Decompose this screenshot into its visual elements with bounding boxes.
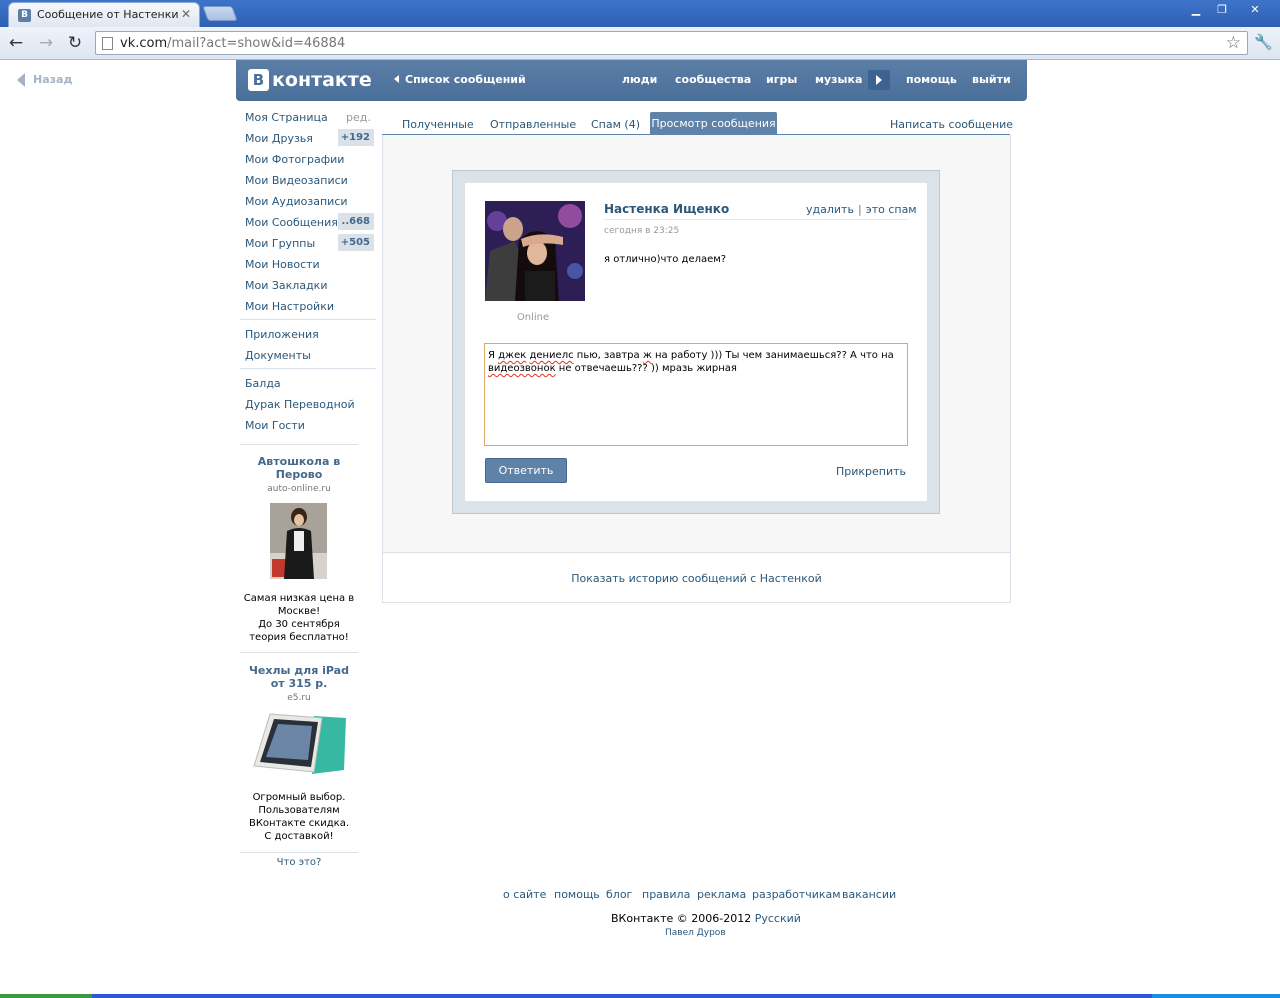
footer-ads[interactable]: реклама bbox=[697, 888, 746, 901]
close-tab-icon[interactable]: ✕ bbox=[181, 7, 191, 21]
message-date: сегодня в 23:25 bbox=[604, 226, 680, 236]
back-link[interactable]: Назад bbox=[17, 73, 72, 87]
reload-icon[interactable]: ↻ bbox=[65, 33, 85, 53]
ads-what-link[interactable]: Что это? bbox=[240, 857, 358, 868]
sender-name[interactable]: Настенка Ищенко bbox=[604, 202, 729, 216]
tab-sent[interactable]: Отправленные bbox=[490, 118, 576, 131]
nav-communities[interactable]: сообщества bbox=[675, 73, 751, 86]
os-taskbar bbox=[0, 994, 1280, 998]
footer-help[interactable]: помощь bbox=[554, 888, 600, 901]
actions-separator: | bbox=[857, 203, 862, 216]
messages-badge[interactable]: ..668 bbox=[338, 213, 374, 230]
menu-my-audio[interactable]: Мои Аудиозаписи bbox=[245, 195, 348, 208]
groups-badge[interactable]: +505 bbox=[338, 234, 374, 251]
menu-my-groups[interactable]: Мои Группы bbox=[245, 237, 315, 250]
reply-textarea[interactable]: Я джек дениелс пью, завтра ж на работу )… bbox=[484, 343, 908, 446]
delete-link[interactable]: удалить bbox=[806, 203, 854, 216]
menu-my-messages[interactable]: Мои Сообщения bbox=[245, 216, 338, 229]
message-text: я отлично)что делаем? bbox=[604, 254, 727, 265]
browser-tab[interactable]: B Сообщение от Настенки Ищ ✕ bbox=[8, 2, 200, 27]
browser-titlebar: B Сообщение от Настенки Ищ ✕ ▁ ❐ ✕ bbox=[0, 0, 1280, 27]
ad-title[interactable]: Автошкола в Перово bbox=[240, 455, 358, 481]
site-header: Bконтакте Список сообщений люди сообщест… bbox=[236, 60, 1027, 101]
vk-logo-icon: B bbox=[248, 69, 269, 91]
ad-text: Самая низкая цена в Москве! До 30 сентября… bbox=[243, 593, 355, 643]
system-tray bbox=[1152, 994, 1280, 998]
nav-help[interactable]: помощь bbox=[906, 73, 957, 86]
nav-music[interactable]: музыка bbox=[815, 73, 862, 86]
ad-image[interactable] bbox=[252, 712, 346, 778]
page-icon bbox=[102, 37, 113, 50]
start-button[interactable] bbox=[0, 994, 92, 998]
nav-people[interactable]: люди bbox=[622, 73, 657, 86]
copyright: ВКонтакте © 2006-2012 Русский bbox=[611, 912, 801, 925]
show-history-link[interactable]: Показать историю сообщений с Настенкой bbox=[383, 572, 1010, 585]
menu-my-bookmarks[interactable]: Мои Закладки bbox=[245, 279, 327, 292]
message-actions: удалить | это спам bbox=[806, 203, 917, 216]
tab-title: Сообщение от Настенки Ищ bbox=[37, 8, 182, 21]
tab-spam[interactable]: Спам (4) bbox=[591, 118, 640, 131]
footer-rules[interactable]: правила bbox=[642, 888, 690, 901]
footer-jobs[interactable]: вакансии bbox=[842, 888, 896, 901]
menu-my-settings[interactable]: Мои Настройки bbox=[245, 300, 334, 313]
menu-my-photos[interactable]: Мои Фотографии bbox=[245, 153, 344, 166]
vk-logo[interactable]: Bконтакте bbox=[248, 69, 372, 92]
back-arrow-icon[interactable]: ← bbox=[6, 33, 26, 53]
ads-divider bbox=[240, 852, 358, 853]
new-tab-button[interactable] bbox=[202, 6, 238, 21]
reply-button[interactable]: Ответить bbox=[485, 458, 567, 483]
ad-domain: e5.ru bbox=[287, 693, 311, 703]
browser-toolbar: ← → ↻ vk.com/mail?act=show&id=46884 ☆ bbox=[0, 27, 1280, 60]
sender-avatar[interactable] bbox=[485, 201, 585, 301]
menu-my-videos[interactable]: Мои Видеозаписи bbox=[245, 174, 348, 187]
minimize-icon[interactable]: ▁ bbox=[1184, 2, 1208, 18]
ad-domain: auto-online.ru bbox=[267, 484, 331, 494]
menu-my-news[interactable]: Мои Новости bbox=[245, 258, 320, 271]
menu-app-guests[interactable]: Мои Гости bbox=[245, 419, 305, 432]
messages-list-link[interactable]: Список сообщений bbox=[394, 73, 526, 86]
menu-divider bbox=[240, 368, 376, 369]
menu-app-durak[interactable]: Дурак Переводной bbox=[245, 398, 355, 411]
back-triangle-icon bbox=[17, 73, 25, 87]
vk-favicon-icon: B bbox=[18, 9, 31, 22]
ad-title[interactable]: Чехлы для iPad от 315 р. bbox=[240, 664, 358, 690]
address-bar[interactable]: vk.com/mail?act=show&id=46884 ☆ bbox=[95, 31, 1248, 55]
attach-link[interactable]: Прикрепить bbox=[836, 465, 906, 478]
menu-app-balda[interactable]: Балда bbox=[245, 377, 281, 390]
nav-logout[interactable]: выйти bbox=[972, 73, 1011, 86]
sender-divider bbox=[604, 219, 908, 220]
menu-documents[interactable]: Документы bbox=[245, 349, 311, 362]
menu-my-friends[interactable]: Мои Друзья bbox=[245, 132, 313, 145]
footer-developers[interactable]: разработчикам bbox=[752, 888, 841, 901]
footer-blog[interactable]: блог bbox=[606, 888, 632, 901]
menu-my-page[interactable]: Моя Страница bbox=[245, 111, 328, 124]
footer-about[interactable]: о сайте bbox=[503, 888, 546, 901]
menu-edit-link[interactable]: ред. bbox=[346, 111, 371, 124]
close-window-icon[interactable]: ✕ bbox=[1236, 2, 1274, 18]
restore-icon[interactable]: ❐ bbox=[1210, 2, 1234, 18]
forward-arrow-icon[interactable]: → bbox=[36, 33, 56, 53]
bookmark-star-icon[interactable]: ☆ bbox=[1226, 33, 1241, 53]
menu-apps[interactable]: Приложения bbox=[245, 328, 319, 341]
url-text: vk.com/mail?act=show&id=46884 bbox=[120, 36, 346, 51]
ads-divider bbox=[240, 652, 358, 653]
wrench-icon[interactable]: 🔧 bbox=[1254, 33, 1273, 51]
ads-divider bbox=[240, 444, 358, 445]
left-triangle-icon bbox=[394, 75, 399, 83]
language-link[interactable]: Русский bbox=[755, 912, 801, 925]
nav-games[interactable]: игры bbox=[766, 73, 797, 86]
write-message-link[interactable]: Написать сообщение bbox=[890, 118, 1013, 131]
author-link[interactable]: Павел Дуров bbox=[665, 928, 726, 938]
spam-link[interactable]: это спам bbox=[866, 203, 917, 216]
menu-divider bbox=[240, 319, 376, 320]
ad-text: Огромный выбор. Пользователям ВКонтакте ск… bbox=[248, 792, 350, 842]
tab-inbox[interactable]: Полученные bbox=[402, 118, 474, 131]
online-status: Online bbox=[516, 312, 550, 323]
tab-view-message[interactable]: Просмотр сообщения bbox=[650, 112, 777, 135]
friends-badge[interactable]: +192 bbox=[338, 129, 374, 146]
play-icon[interactable] bbox=[868, 70, 890, 90]
ad-image[interactable] bbox=[270, 503, 327, 579]
